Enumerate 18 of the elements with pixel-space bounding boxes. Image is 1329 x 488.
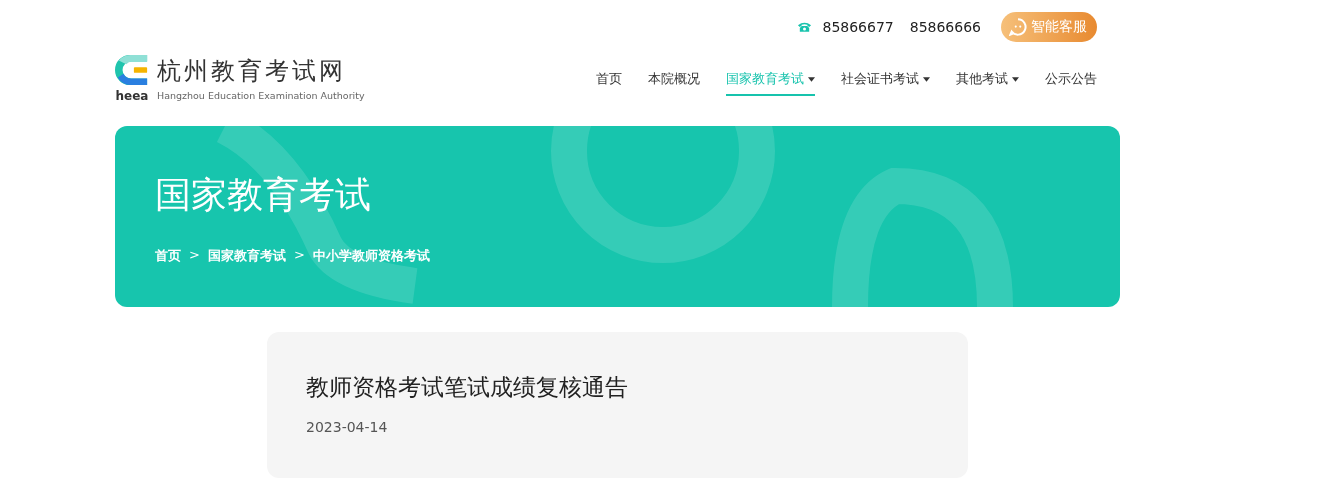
phone-number: 85866666	[909, 18, 981, 35]
chat-icon	[1009, 17, 1027, 36]
phone-number: 85866677	[822, 18, 894, 35]
site-title: 杭州教育考试网	[157, 56, 347, 86]
article-title: 教师资格考试笔试成绩复核通告	[306, 373, 628, 402]
nav-item[interactable]: 首页	[596, 68, 622, 96]
breadcrumb-separator: >	[189, 247, 200, 264]
logo-mark-text: heea	[115, 89, 149, 103]
page-heading: 国家教育考试	[155, 173, 371, 217]
nav-item[interactable]: 社会证书考试	[841, 68, 930, 96]
article-date: 2023-04-14	[306, 419, 388, 435]
nav-item[interactable]: 公示公告	[1045, 68, 1097, 96]
site-subtitle: Hangzhou Education Examination Authority	[157, 90, 365, 101]
breadcrumb-separator: >	[293, 247, 305, 264]
nav-item[interactable]: 其他考试	[956, 68, 1019, 96]
nav-item[interactable]: 本院概况	[648, 68, 700, 96]
logo-icon	[115, 52, 149, 88]
phone-icon	[797, 20, 813, 33]
